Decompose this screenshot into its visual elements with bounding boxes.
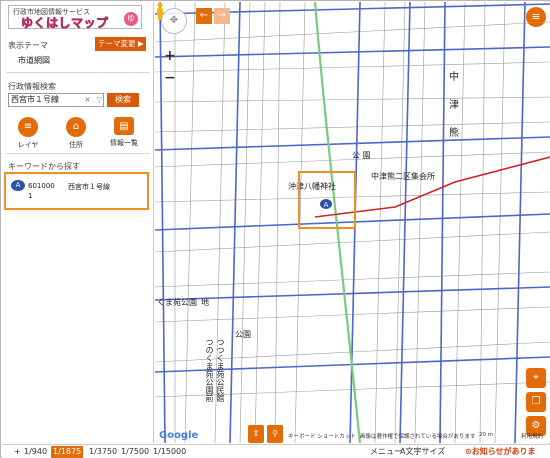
footer: + 1/940 1/1875 1/3750 1/7500 1/15000 メニュ…: [2, 444, 550, 458]
zoom-out-button[interactable]: −: [164, 70, 176, 86]
layer-tool-label: レイヤ: [17, 141, 39, 149]
scale-option[interactable]: 1/940: [22, 446, 49, 458]
result-name: 西宮市１号線: [68, 183, 110, 191]
map-canvas[interactable]: ✥ + − ← → ≡ 中 津 熊 公 園 沖津八幡神社 中津熊二区集会所 くま…: [155, 2, 550, 443]
forward-button[interactable]: →: [214, 8, 230, 24]
search-input[interactable]: 西宮市１号線 × ▽: [8, 93, 104, 107]
map-label-park: 公 園: [352, 151, 371, 160]
scale-option[interactable]: 1/7500: [119, 446, 151, 458]
keyboard-shortcuts-link[interactable]: キーボード ショートカット: [288, 432, 356, 440]
map-pin-icon: A: [11, 180, 25, 191]
scale-option-selected[interactable]: 1/1875: [51, 446, 84, 458]
menu-button[interactable]: ≡: [526, 7, 546, 27]
info-list-tool-label: 情報一覧: [110, 139, 138, 147]
pin-button[interactable]: ⚲: [267, 425, 283, 443]
app-logo[interactable]: 行政市地図情報サービス ゆくはしマップ ゆく: [8, 5, 142, 37]
scale-label: 20 m: [479, 432, 494, 438]
theme-value: 市道網図: [18, 56, 50, 65]
map-label-chi: 地: [201, 298, 209, 307]
result-code: 601000: [28, 182, 55, 190]
app-window: 行政市地図情報サービス ゆくはしマップ ゆく 表示テーマ テーマ変更 ▶ 市道網…: [0, 0, 550, 458]
copyright-notice: 画像は著作権で保護されている場合があります: [360, 434, 476, 440]
list-icon: ▤: [114, 117, 134, 135]
address-tool-button[interactable]: ⌂ 住所: [56, 117, 96, 150]
menu-link[interactable]: メニュー: [370, 446, 402, 458]
search-input-value: 西宮市１号線: [11, 95, 59, 104]
street-view-icon[interactable]: [155, 2, 165, 20]
result-marker-icon[interactable]: A: [319, 198, 333, 210]
info-list-tool-button[interactable]: ▤ 情報一覧: [104, 117, 144, 148]
terms-link[interactable]: 利用規約: [521, 432, 543, 440]
address-tool-label: 住所: [69, 141, 83, 149]
google-logo: Google: [159, 430, 199, 441]
divider: [6, 72, 150, 73]
dropdown-icon[interactable]: ▽: [97, 94, 102, 106]
map-label-park-2: 公園: [235, 330, 251, 339]
font-size-link[interactable]: A文字サイズ: [400, 446, 445, 458]
map-label-naka: 中: [449, 72, 459, 83]
clear-icon[interactable]: ×: [84, 94, 91, 106]
home-icon: ⌂: [66, 117, 86, 137]
logo-mark-icon: ゆく: [124, 12, 138, 37]
layers-button[interactable]: ❐: [526, 392, 546, 412]
map-label-community-hall: 中津熊二区集会所: [371, 172, 435, 181]
theme-label: 表示テーマ: [8, 41, 48, 50]
map-label-community-center: つつくま苑公民館: [216, 338, 225, 402]
back-button[interactable]: ←: [196, 8, 212, 24]
map-label-tsu: 津: [449, 100, 459, 111]
current-location-button[interactable]: ⌖: [526, 368, 546, 388]
layer-tool-button[interactable]: ≡ レイヤ: [8, 117, 48, 150]
result-number: 1: [28, 192, 33, 200]
map-label-kumaen: くま苑公園: [157, 298, 197, 307]
map-label-kuma: 熊: [449, 128, 459, 139]
map-label-park-front: つのくま苑公園前: [205, 338, 214, 402]
notice-link[interactable]: ⊙お知らせがあります。: [465, 446, 550, 458]
sidebar: 行政市地図情報サービス ゆくはしマップ ゆく 表示テーマ テーマ変更 ▶ 市道網…: [2, 2, 154, 443]
zoom-in-button[interactable]: +: [164, 48, 176, 64]
keyword-label: キーワードから探す: [8, 162, 80, 171]
search-button[interactable]: 検索: [107, 93, 139, 107]
route-button[interactable]: ⇕: [248, 425, 264, 443]
search-label: 行政情報検索: [8, 82, 56, 91]
layer-icon: ≡: [18, 117, 38, 137]
search-result-item[interactable]: A 601000 西宮市１号線 1: [4, 172, 149, 210]
logo-title: ゆくはしマップ: [21, 16, 109, 31]
scale-option[interactable]: 1/15000: [151, 446, 188, 458]
scale-option[interactable]: 1/3750: [87, 446, 119, 458]
theme-change-button[interactable]: テーマ変更 ▶: [95, 37, 146, 51]
divider: [6, 153, 150, 154]
